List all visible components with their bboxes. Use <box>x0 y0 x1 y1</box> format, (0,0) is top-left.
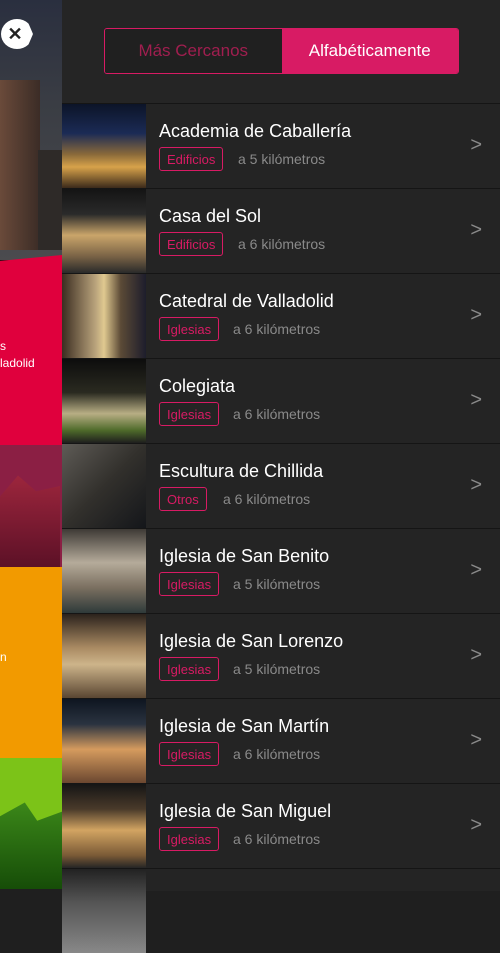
sort-alphabetical-tab[interactable]: Alfabéticamente <box>281 29 458 73</box>
place-thumbnail <box>62 784 146 868</box>
close-icon: ✕ <box>7 23 23 44</box>
category-drawer: s ladolid n <box>0 0 62 889</box>
place-title: Academia de Caballería <box>159 121 352 141</box>
place-thumbnail <box>62 529 146 613</box>
chevron-right-icon: > <box>470 644 482 666</box>
place-thumbnail <box>62 359 146 443</box>
place-title: Iglesia de San Benito <box>159 546 330 566</box>
place-thumbnail <box>62 189 146 273</box>
chevron-right-icon: > <box>470 729 482 751</box>
drawer-category-green[interactable] <box>0 758 62 889</box>
list-item[interactable]: Iglesia de San Miguel Iglesias a 6 kilóm… <box>62 783 500 868</box>
place-thumbnail <box>62 104 146 188</box>
place-thumbnail <box>62 274 146 358</box>
chevron-right-icon: > <box>470 814 482 836</box>
category-badge: Iglesias <box>159 572 220 596</box>
place-thumbnail <box>62 444 146 528</box>
chevron-right-icon: > <box>470 134 482 156</box>
chevron-right-icon: > <box>470 389 482 411</box>
chevron-right-icon: > <box>470 474 482 496</box>
sort-nearest-tab[interactable]: Más Cercanos <box>105 29 282 73</box>
place-title: Iglesia de San Martín <box>159 716 330 736</box>
place-title: Casa del Sol <box>159 206 262 226</box>
place-thumbnail <box>62 869 146 953</box>
category-badge: Edificios <box>159 147 224 171</box>
drawer-orange-label: n <box>0 650 7 664</box>
list-item[interactable]: Catedral de Valladolid Iglesias a 6 kiló… <box>62 273 500 358</box>
drawer-red-line-2: ladolid <box>0 356 35 370</box>
place-title: Escultura de Chillida <box>159 461 324 481</box>
category-badge: Iglesias <box>159 742 220 766</box>
place-thumbnail <box>62 614 146 698</box>
list-item[interactable]: Escultura de Chillida Otros a 6 kilómetr… <box>62 443 500 528</box>
distance-label: a 5 kilómetros <box>233 661 321 677</box>
chevron-right-icon: > <box>470 304 482 326</box>
close-drawer-button[interactable]: ✕ <box>1 19 33 49</box>
places-list: Academia de Caballería Edificios a 5 kil… <box>62 103 500 953</box>
place-title: Catedral de Valladolid <box>159 291 334 311</box>
chevron-right-icon: > <box>470 559 482 581</box>
category-badge: Otros <box>159 487 207 511</box>
place-title: Iglesia de San Lorenzo <box>159 631 344 651</box>
distance-label: a 5 kilómetros <box>233 576 321 592</box>
place-thumbnail <box>62 699 146 783</box>
chevron-right-icon: > <box>470 219 482 241</box>
category-badge: Iglesias <box>159 657 220 681</box>
list-item[interactable] <box>62 868 500 953</box>
distance-label: a 6 kilómetros <box>238 236 326 252</box>
distance-label: a 6 kilómetros <box>233 831 321 847</box>
list-item[interactable]: Iglesia de San Martín Iglesias a 6 kilóm… <box>62 698 500 783</box>
drawer-red-label: s ladolid <box>0 338 62 372</box>
drawer-red-line-1: s <box>0 339 6 353</box>
drawer-category-orange[interactable] <box>0 567 62 762</box>
distance-label: a 6 kilómetros <box>233 321 321 337</box>
place-title: Iglesia de San Miguel <box>159 801 332 821</box>
list-item[interactable]: Iglesia de San Lorenzo Iglesias a 5 kiló… <box>62 613 500 698</box>
list-item[interactable]: Iglesia de San Benito Iglesias a 5 kilóm… <box>62 528 500 613</box>
distance-label: a 5 kilómetros <box>238 151 326 167</box>
list-item[interactable]: Colegiata Iglesias a 6 kilómetros > <box>62 358 500 443</box>
list-item[interactable]: Academia de Caballería Edificios a 5 kil… <box>62 103 500 188</box>
drawer-category-magenta[interactable] <box>0 445 62 570</box>
category-badge: Iglesias <box>159 402 220 426</box>
places-list-panel: Más Cercanos Alfabéticamente Academia de… <box>62 0 500 953</box>
list-item[interactable]: Casa del Sol Edificios a 6 kilómetros > <box>62 188 500 273</box>
distance-label: a 6 kilómetros <box>233 746 321 762</box>
category-badge: Iglesias <box>159 317 220 341</box>
distance-label: a 6 kilómetros <box>233 406 321 422</box>
distance-label: a 6 kilómetros <box>223 491 311 507</box>
category-badge: Edificios <box>159 232 224 256</box>
place-title: Colegiata <box>159 376 236 396</box>
sort-segmented-control: Más Cercanos Alfabéticamente <box>104 28 459 74</box>
category-badge: Iglesias <box>159 827 220 851</box>
